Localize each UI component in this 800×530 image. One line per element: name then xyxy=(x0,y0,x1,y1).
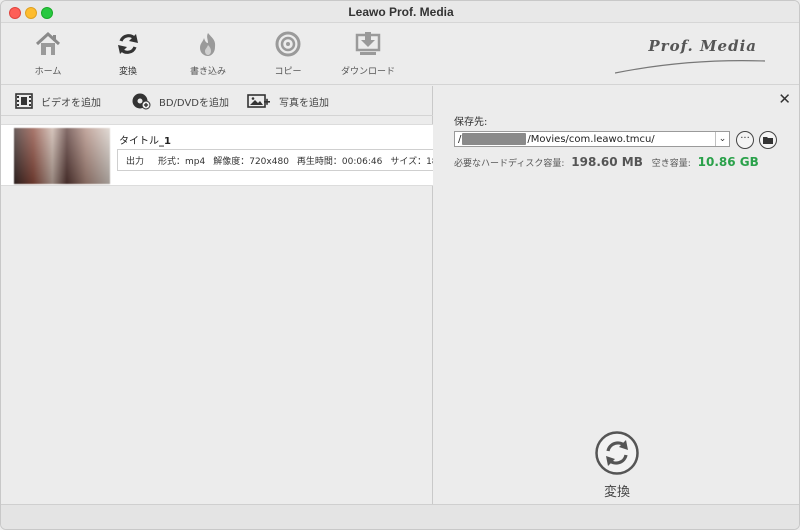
output-format: 形式：mp4 xyxy=(158,156,206,167)
file-title: タイトル_1 xyxy=(119,132,171,147)
toolbar-convert-button[interactable]: 変換 xyxy=(93,31,163,77)
convert-icon xyxy=(118,34,138,54)
toolbar-download-button[interactable]: ダウンロード xyxy=(333,31,403,77)
save-path-select[interactable]: / /Movies/com.leawo.tmcu/ ⌄ xyxy=(454,131,730,147)
file-output-info: 出力 形式：mp4 解像度：720x480 再生時間：00:06:46 サイズ：… xyxy=(117,149,433,171)
main-toolbar: ホーム 変換 書き込み コピー ダウンロード Prof. Media xyxy=(1,23,799,85)
app-window: Leawo Prof. Media ホーム 変換 書き込み コピー ダウンロード… xyxy=(0,0,800,530)
convert-button[interactable]: 変換 xyxy=(592,430,642,500)
photo-add-icon xyxy=(247,94,270,108)
required-space-label: 必要なハードディスク容量: xyxy=(454,159,565,169)
film-icon xyxy=(15,93,33,109)
home-icon xyxy=(35,31,61,55)
redacted-path-segment xyxy=(462,133,527,145)
ellipsis-icon: ··· xyxy=(740,133,750,144)
brand-swoosh xyxy=(615,60,765,74)
required-space-value: 198.60 MB xyxy=(571,155,643,169)
chevron-down-icon[interactable]: ⌄ xyxy=(715,132,729,146)
download-icon xyxy=(355,32,381,55)
free-space-label: 空き容量: xyxy=(651,159,691,169)
output-label: 出力 xyxy=(126,156,145,167)
save-to-label: 保存先: xyxy=(454,117,488,128)
free-space-value: 10.86 GB xyxy=(697,155,759,169)
file-panel: ビデオを追加 BD/DVDを追加 写真を追加 タイトル_1 出力 形式：mp4 … xyxy=(1,86,433,504)
toolbar-convert-label: 変換 xyxy=(118,67,137,77)
title-bar: Leawo Prof. Media xyxy=(1,1,799,23)
path-prefix: / xyxy=(458,133,462,145)
file-list-item[interactable]: タイトル_1 出力 形式：mp4 解像度：720x480 再生時間：00:06:… xyxy=(1,124,433,186)
add-bd-dvd-button[interactable]: BD/DVDを追加 xyxy=(131,92,229,110)
add-photo-button[interactable]: 写真を追加 xyxy=(247,92,329,110)
status-bar xyxy=(1,504,799,529)
path-suffix: /Movies/com.leawo.tmcu/ xyxy=(527,133,655,145)
close-icon[interactable]: ✕ xyxy=(778,90,791,108)
file-title-suffix: _1 xyxy=(159,136,171,147)
add-video-label: ビデオを追加 xyxy=(41,97,101,109)
convert-icon xyxy=(595,431,639,475)
toolbar-home-label: ホーム xyxy=(34,67,62,77)
brand-logo: Prof. Media xyxy=(648,37,757,55)
convert-label: 変換 xyxy=(603,485,630,500)
disc-add-icon xyxy=(132,93,151,110)
burn-icon xyxy=(200,33,216,56)
window-title: Leawo Prof. Media xyxy=(348,5,454,19)
add-media-bar: ビデオを追加 BD/DVDを追加 写真を追加 xyxy=(1,86,433,116)
output-size: サイズ：18 xyxy=(390,156,433,167)
more-options-button[interactable]: ··· xyxy=(736,131,754,149)
convert-settings-panel: ✕ 保存先: / /Movies/com.leawo.tmcu/ ⌄ ··· 必… xyxy=(434,86,799,504)
add-photo-label: 写真を追加 xyxy=(279,97,329,109)
disk-space-info: 必要なハードディスク容量: 198.60 MB 空き容量: 10.86 GB xyxy=(454,155,759,169)
toolbar-copy-label: コピー xyxy=(274,67,302,77)
toolbar-burn-button[interactable]: 書き込み xyxy=(173,31,243,77)
add-bd-dvd-label: BD/DVDを追加 xyxy=(159,97,229,109)
toolbar-download-label: ダウンロード xyxy=(340,67,395,77)
toolbar-home-button[interactable]: ホーム xyxy=(13,31,83,77)
file-title-prefix: タイトル xyxy=(119,136,159,147)
folder-icon xyxy=(763,137,773,144)
output-resolution: 解像度：720x480 xyxy=(213,156,289,167)
output-duration: 再生時間：00:06:46 xyxy=(296,156,383,167)
video-thumbnail xyxy=(14,128,110,184)
copy-disc-icon xyxy=(275,31,301,57)
open-folder-button[interactable] xyxy=(759,131,777,149)
add-video-button[interactable]: ビデオを追加 xyxy=(15,92,101,110)
toolbar-copy-button[interactable]: コピー xyxy=(253,31,323,77)
toolbar-burn-label: 書き込み xyxy=(189,67,226,77)
